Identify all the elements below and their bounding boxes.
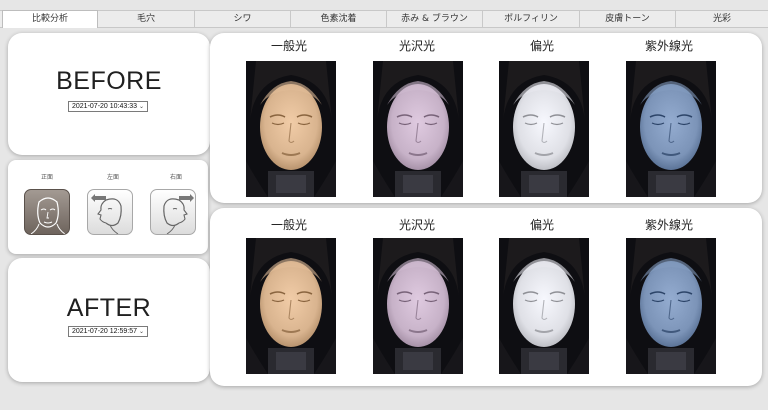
face-right-icon <box>163 194 194 234</box>
bottom-strip <box>0 395 768 410</box>
before-photo-gloss[interactable] <box>373 61 463 197</box>
after-photo-polarized[interactable] <box>499 238 589 374</box>
after-title-normal: 一般光 <box>270 218 307 232</box>
tab-skin-tone[interactable]: 皮膚トーン <box>580 11 676 27</box>
face-photo-image <box>626 238 716 374</box>
after-info-panel: AFTER 2021-07-20 12:59:57 ⌄ <box>8 258 210 382</box>
angle-label-left: 左面 <box>106 174 119 181</box>
tab-porphyrin[interactable]: ポルフィリン <box>483 11 580 27</box>
face-photo-image <box>246 238 336 374</box>
after-title-gloss: 光沢光 <box>398 218 435 232</box>
right-angle-button[interactable] <box>150 189 196 235</box>
before-photo-normal[interactable] <box>246 61 336 197</box>
after-date-select[interactable]: 2021-07-20 12:59:57 ⌄ <box>68 326 149 337</box>
before-photo-uv[interactable] <box>626 61 716 197</box>
tab-comparison-analysis[interactable]: 比較分析 <box>2 10 98 28</box>
face-photo-image <box>626 61 716 197</box>
after-title-uv: 紫外線光 <box>644 218 693 232</box>
chevron-down-icon: ⌄ <box>139 329 145 335</box>
angle-label-front: 正面 <box>40 174 53 181</box>
tab-pores[interactable]: 毛穴 <box>98 11 195 27</box>
before-label: BEFORE <box>56 67 162 95</box>
face-front-icon <box>30 197 66 234</box>
tab-pigmentation[interactable]: 色素沈着 <box>291 11 387 27</box>
before-date-select[interactable]: 2021-07-20 10:43:33 ⌄ <box>68 101 149 112</box>
after-label: AFTER <box>66 294 152 322</box>
tab-wrinkles[interactable]: シワ <box>195 11 291 27</box>
after-date-value: 2021-07-20 12:59:57 <box>72 328 137 335</box>
chevron-down-icon: ⌄ <box>139 104 145 110</box>
face-photo-image <box>373 61 463 197</box>
after-photo-uv[interactable] <box>626 238 716 374</box>
tab-iris[interactable]: 光彩 <box>676 11 768 27</box>
face-left-icon <box>91 194 122 234</box>
before-title-uv: 紫外線光 <box>644 39 693 53</box>
after-photo-normal[interactable] <box>246 238 336 374</box>
after-photo-gloss[interactable] <box>373 238 463 374</box>
face-photo-image <box>499 238 589 374</box>
face-photo-image <box>373 238 463 374</box>
angle-label-right: 右面 <box>169 174 182 181</box>
after-title-polarized: 偏光 <box>529 218 554 232</box>
before-image-panel: 一般光 光沢光 偏光 紫外線光 <box>210 33 762 203</box>
analysis-tab-bar: 比較分析 毛穴 シワ 色素沈着 赤み & ブラウン ポルフィリン 皮膚トーン 光… <box>0 10 768 28</box>
face-photo-image <box>499 61 589 197</box>
front-angle-button[interactable] <box>24 189 70 235</box>
before-info-panel: BEFORE 2021-07-20 10:43:33 ⌄ <box>8 33 210 155</box>
before-photo-polarized[interactable] <box>499 61 589 197</box>
after-image-panel: 一般光 光沢光 偏光 紫外線光 <box>210 208 762 386</box>
before-title-normal: 一般光 <box>270 39 307 53</box>
face-photo-image <box>246 61 336 197</box>
before-title-polarized: 偏光 <box>529 39 554 53</box>
before-title-gloss: 光沢光 <box>398 39 435 53</box>
left-angle-button[interactable] <box>87 189 133 235</box>
before-date-value: 2021-07-20 10:43:33 <box>72 103 137 110</box>
tab-red-brown[interactable]: 赤み & ブラウン <box>387 11 483 27</box>
angle-selector-panel: 正面 左面 右面 <box>8 160 208 254</box>
